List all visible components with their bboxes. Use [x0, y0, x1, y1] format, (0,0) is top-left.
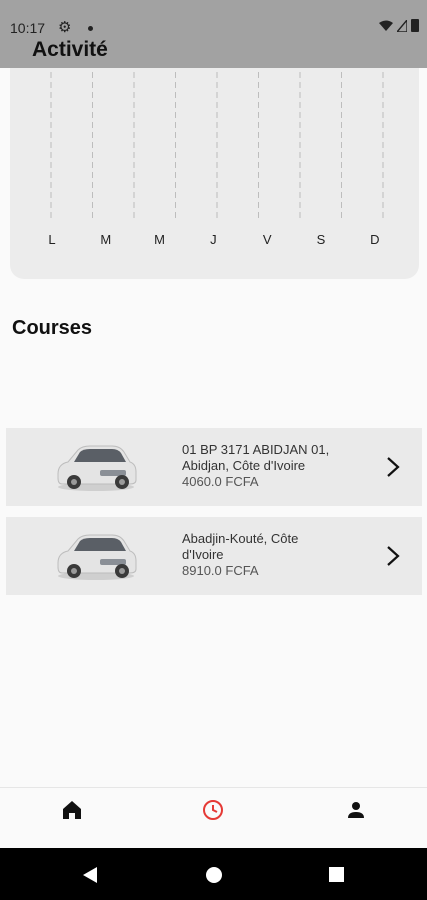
course-details: Abadjin-Kouté, Côte d'Ivoire 8910.0 FCFA — [182, 531, 362, 579]
chevron-right-icon — [387, 457, 400, 477]
chevron-right-icon — [387, 546, 400, 566]
notification-dot-icon — [88, 26, 93, 31]
chart-day-label: L — [48, 232, 55, 247]
chart-day-label: M — [100, 232, 111, 247]
course-address-line1: 01 BP 3171 ABIDJAN 01, — [182, 442, 330, 457]
course-details: 01 BP 3171 ABIDJAN 01, Abidjan, Côte d'I… — [182, 442, 362, 490]
course-item[interactable]: Abadjin-Kouté, Côte d'Ivoire 8910.0 FCFA — [6, 517, 422, 595]
activity-chart: LMMJVSD — [48, 72, 384, 247]
car-icon — [57, 445, 137, 491]
course-price: 8910.0 FCFA — [182, 563, 259, 578]
course-address-line1: Abadjin-Kouté, Côte — [182, 531, 299, 546]
back-icon[interactable] — [82, 866, 98, 884]
home-icon[interactable] — [60, 798, 84, 822]
recents-icon[interactable] — [328, 866, 345, 883]
chart-day-label: V — [263, 232, 272, 247]
settings-gear-icon: ⚙ — [58, 19, 72, 36]
course-item[interactable]: 01 BP 3171 ABIDJAN 01, Abidjan, Côte d'I… — [6, 428, 422, 506]
chart-day-label: D — [370, 232, 379, 247]
course-address-line2: Abidjan, Côte d'Ivoire — [182, 458, 306, 473]
chart-day-label: J — [210, 232, 217, 247]
status-time: 10:17 — [10, 20, 46, 36]
signal-icon — [397, 19, 407, 32]
chart-day-label: S — [317, 232, 326, 247]
activity-title: Activité — [32, 38, 108, 61]
wifi-icon — [379, 20, 393, 31]
course-price: 4060.0 FCFA — [182, 474, 259, 489]
status-bar: 10:17 ⚙ Activité — [0, 0, 427, 68]
status-icons — [379, 19, 419, 32]
courses-title: Courses — [12, 317, 93, 339]
person-icon[interactable] — [344, 798, 368, 822]
chart-day-label: M — [154, 232, 165, 247]
car-icon — [57, 534, 137, 580]
bottom-nav — [0, 787, 427, 847]
battery-icon — [411, 19, 419, 32]
system-nav-bar — [0, 848, 427, 900]
course-address-line2: d'Ivoire — [182, 547, 224, 562]
home-circle-icon[interactable] — [205, 866, 223, 884]
activity-chart-card: LMMJVSD — [10, 50, 419, 279]
clock-icon[interactable] — [201, 798, 225, 822]
